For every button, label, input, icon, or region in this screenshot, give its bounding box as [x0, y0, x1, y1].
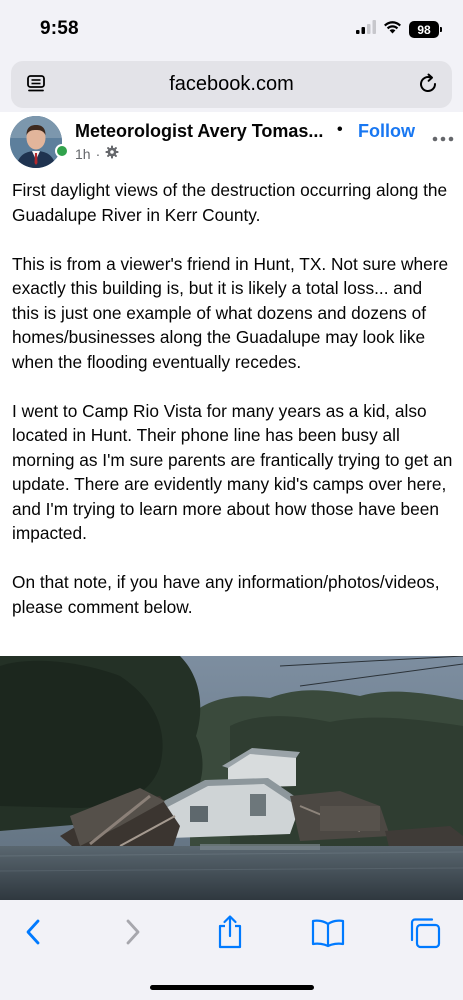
name-separator: •: [337, 121, 343, 138]
audience-gear-icon[interactable]: [105, 145, 119, 162]
post-header: Meteorologist Avery Tomas... • Follow 1h…: [0, 112, 463, 174]
cellular-signal-icon: [356, 20, 376, 39]
post-timestamp[interactable]: 1h: [75, 146, 91, 162]
status-icons: 98: [356, 20, 442, 39]
browser-address-area: facebook.com: [0, 58, 463, 112]
share-icon[interactable]: [215, 914, 245, 955]
reload-icon[interactable]: [416, 72, 440, 101]
post-paragraph: On that note, if you have any informatio…: [12, 572, 440, 617]
battery-icon: 98: [409, 21, 442, 38]
home-indicator[interactable]: [150, 985, 314, 990]
status-time: 9:58: [40, 18, 79, 39]
forward-icon[interactable]: [122, 917, 142, 952]
post-paragraph: This is from a viewer's friend in Hunt, …: [12, 253, 449, 372]
bookmarks-icon[interactable]: [310, 918, 346, 953]
post-body: First daylight views of the destruction …: [12, 178, 453, 644]
online-status-indicator: [55, 144, 69, 158]
address-bar[interactable]: facebook.com: [11, 61, 452, 108]
more-options-icon[interactable]: [432, 129, 454, 147]
meta-separator: ·: [95, 145, 101, 162]
author-avatar[interactable]: [10, 116, 62, 168]
post-photo[interactable]: [0, 656, 463, 900]
browser-toolbar: [0, 900, 463, 1000]
tabs-icon[interactable]: [408, 916, 442, 955]
post-paragraph: I went to Camp Rio Vista for many years …: [12, 400, 453, 544]
post-meta: 1h ·: [75, 145, 119, 162]
back-icon[interactable]: [24, 917, 44, 952]
url-text: facebook.com: [169, 73, 294, 95]
follow-button[interactable]: Follow: [358, 121, 415, 142]
wifi-icon: [383, 20, 402, 39]
post-paragraph: First daylight views of the destruction …: [12, 180, 448, 225]
author-name[interactable]: Meteorologist Avery Tomas...: [75, 121, 328, 142]
status-bar: 9:58 98: [0, 0, 463, 58]
